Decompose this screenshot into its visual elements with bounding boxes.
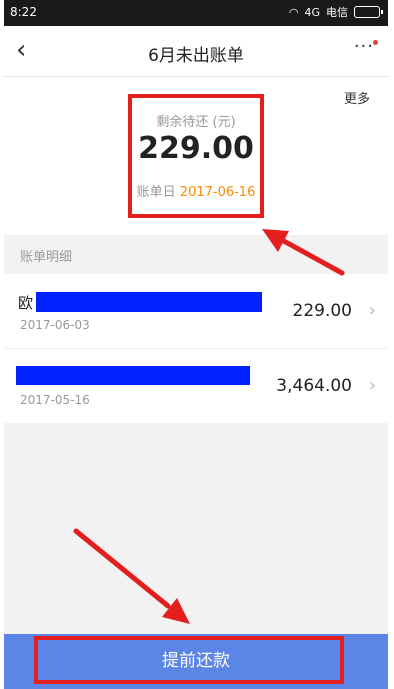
details-section-header: 账单明细	[4, 235, 388, 273]
status-right: ◠ 4G 电信	[288, 4, 383, 20]
redaction-mask	[36, 292, 262, 312]
notification-dot	[373, 40, 378, 45]
bill-item-date: 2017-06-03	[20, 318, 90, 332]
carrier-name: 电信	[326, 6, 348, 19]
annotation-box-button	[34, 636, 344, 684]
bill-item-date: 2017-05-16	[20, 393, 90, 407]
chevron-right-icon: ›	[368, 300, 376, 321]
bill-summary-card: 更多 剩余待还 (元) 229.00 账单日 2017-06-16	[4, 77, 388, 235]
annotation-box-summary	[128, 94, 264, 218]
bill-item-amount: 3,464.00	[276, 376, 352, 396]
status-time: 8:22	[10, 5, 37, 19]
details-section-label: 账单明细	[20, 250, 73, 265]
bill-item-amount: 229.00	[292, 301, 352, 321]
chevron-right-icon: ›	[368, 375, 376, 396]
redaction-mask	[16, 366, 250, 385]
more-link[interactable]: 更多	[344, 88, 370, 107]
battery-icon	[354, 6, 383, 18]
page-title: 6月未出账单	[148, 46, 244, 66]
bill-item-row[interactable]: 2017-05-16 3,464.00 ›	[4, 349, 388, 423]
nav-bar: ‹ 6月未出账单 ···	[4, 26, 388, 77]
app-frame: 8:22 ◠ 4G 电信 ‹ 6月未出账单 ··· 更多 剩余待还 (元) 22…	[4, 0, 388, 689]
wifi-icon: ◠	[288, 5, 299, 19]
bill-item-row[interactable]: 欧 2017-06-03 229.00 ›	[4, 274, 388, 349]
status-bar: 8:22 ◠ 4G 电信	[4, 0, 388, 26]
more-menu-icon[interactable]: ···	[354, 36, 374, 57]
bill-item-name: 欧	[18, 294, 34, 312]
network-type: 4G	[304, 5, 320, 19]
